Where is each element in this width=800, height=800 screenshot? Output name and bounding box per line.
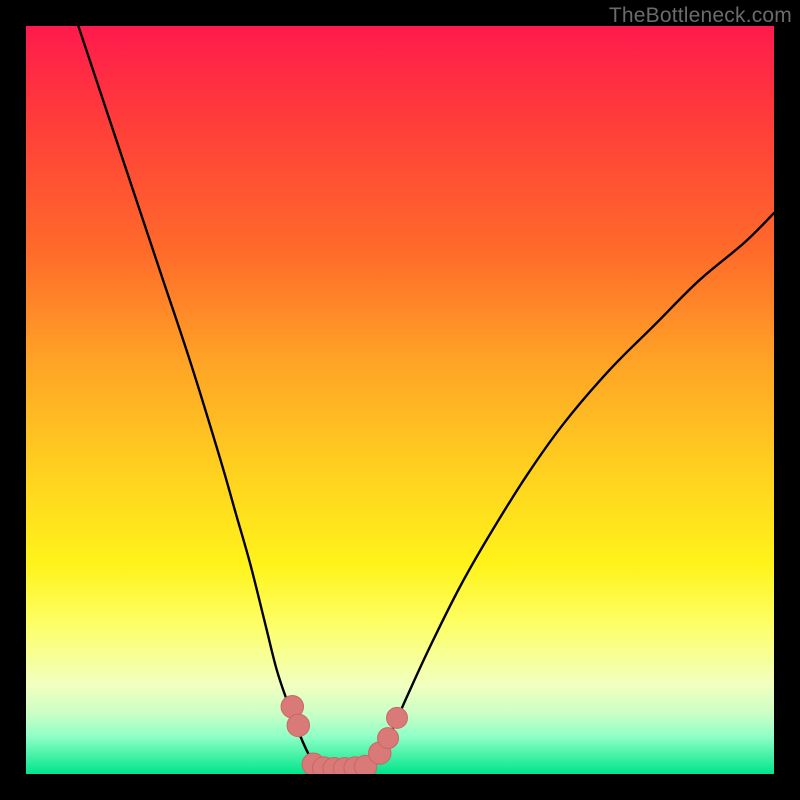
chart-stage: TheBottleneck.com [0,0,800,800]
marker-layer [281,695,407,774]
data-marker [287,714,309,736]
plot-area [26,26,774,774]
right-curve [370,213,774,765]
data-marker [378,728,399,749]
data-marker [387,707,408,728]
watermark-text: TheBottleneck.com [609,4,792,28]
left-curve [78,26,317,768]
bottleneck-curve-chart [26,26,774,774]
